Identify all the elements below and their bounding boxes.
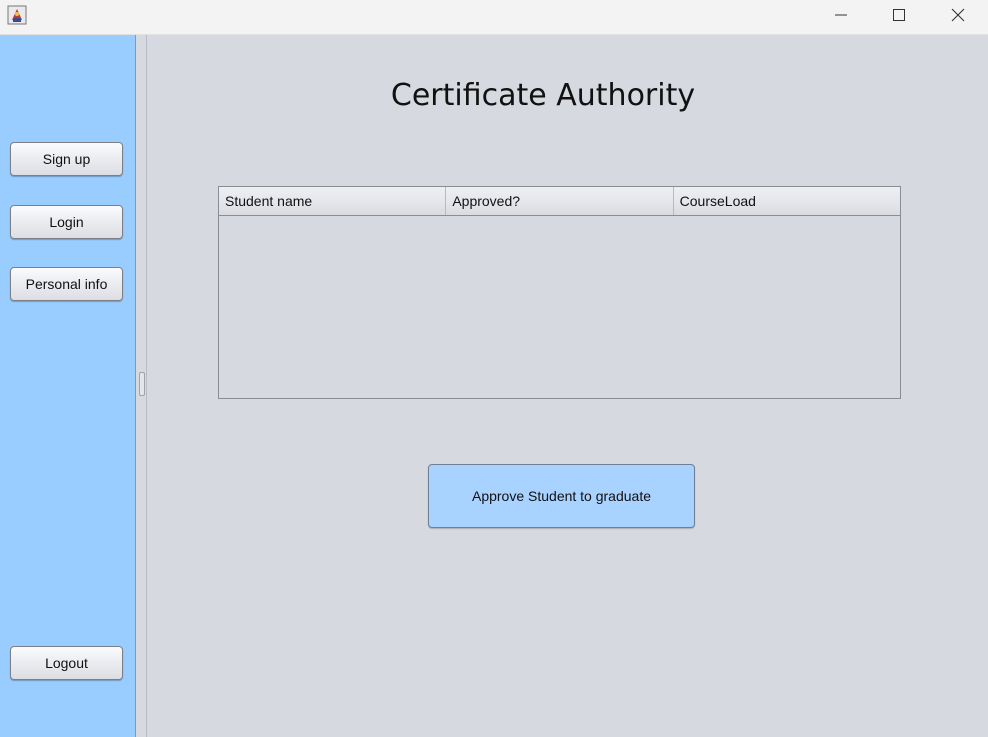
divider-grip-handle[interactable] xyxy=(139,372,145,396)
personal-info-button[interactable]: Personal info xyxy=(10,267,123,301)
close-icon xyxy=(951,8,965,22)
approve-student-button[interactable]: Approve Student to graduate xyxy=(428,464,695,528)
table-body[interactable] xyxy=(219,216,900,399)
close-window-button[interactable] xyxy=(929,0,987,30)
login-button[interactable]: Login xyxy=(10,205,123,239)
minimize-button[interactable] xyxy=(812,0,870,30)
logout-button[interactable]: Logout xyxy=(10,646,123,680)
sidebar xyxy=(0,35,136,737)
students-table[interactable]: Student name Approved? CourseLoad xyxy=(218,186,901,399)
title-bar xyxy=(0,0,988,35)
java-app-icon[interactable] xyxy=(7,5,27,25)
minimize-icon xyxy=(835,14,847,16)
application-window: Sign up Login Personal info Logout Certi… xyxy=(0,0,988,737)
page-title: Certificate Authority xyxy=(390,78,696,113)
column-header-approved[interactable]: Approved? xyxy=(446,187,674,215)
maximize-icon xyxy=(893,9,905,21)
table-header: Student name Approved? CourseLoad xyxy=(219,187,900,216)
column-header-student-name[interactable]: Student name xyxy=(219,187,447,215)
column-header-courseload[interactable]: CourseLoad xyxy=(674,187,900,215)
maximize-button[interactable] xyxy=(870,0,928,30)
sign-up-button[interactable]: Sign up xyxy=(10,142,123,176)
